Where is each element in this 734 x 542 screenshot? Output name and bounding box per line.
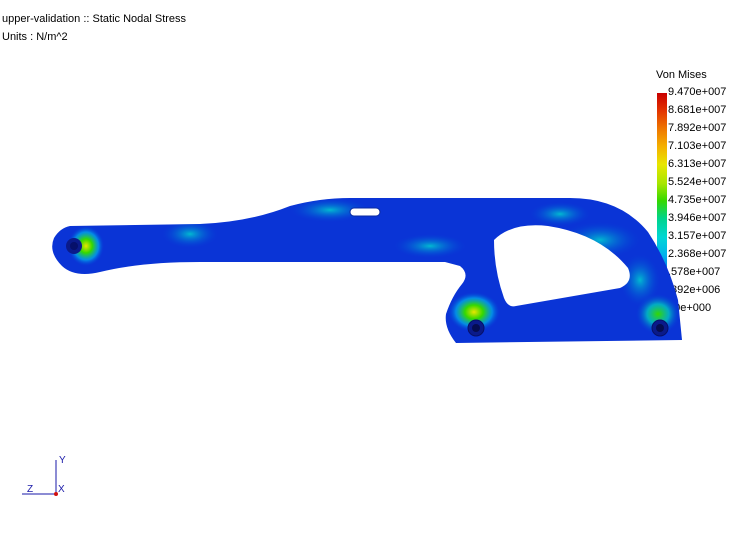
stress-model-view[interactable] xyxy=(0,0,734,542)
bracket-part xyxy=(52,198,682,343)
